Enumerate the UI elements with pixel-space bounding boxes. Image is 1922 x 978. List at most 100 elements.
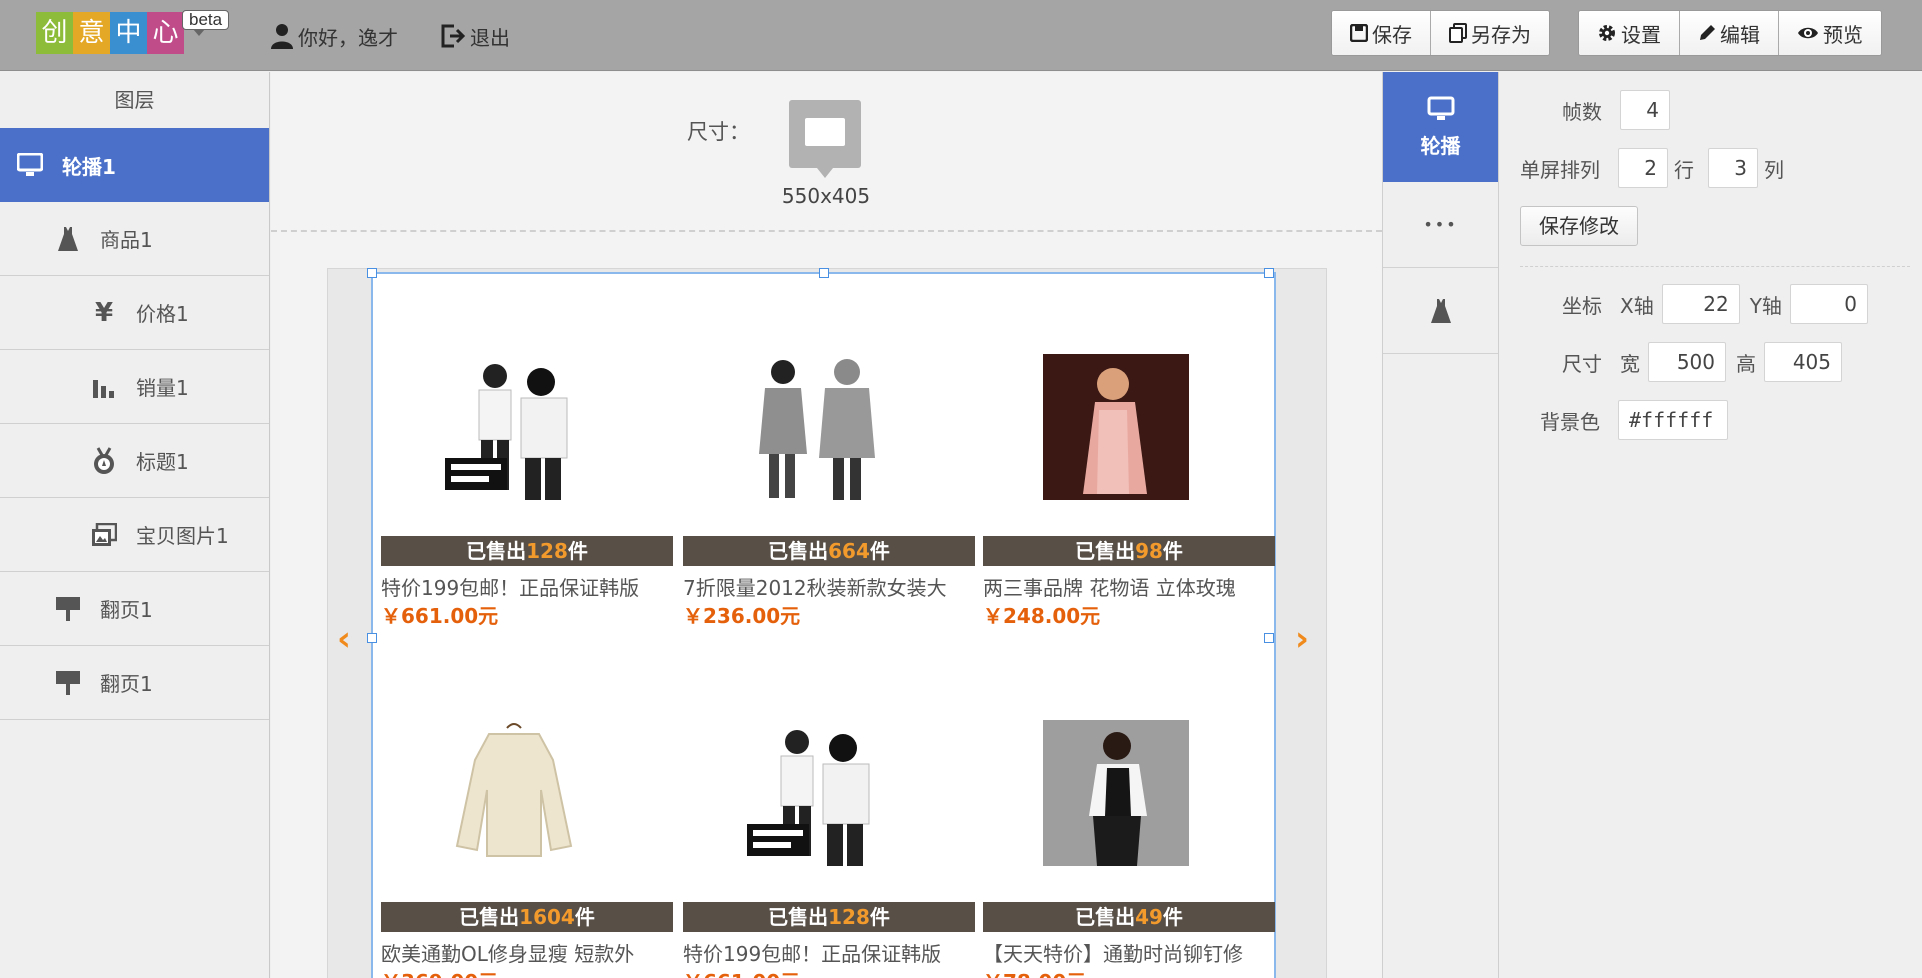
x-input[interactable]: 22 bbox=[1661, 284, 1740, 324]
product-price: ￥78.00元 bbox=[983, 966, 1086, 978]
layer-item-price[interactable]: ¥ 价格1 bbox=[0, 276, 269, 350]
save-as-button[interactable]: 另存为 bbox=[1431, 11, 1549, 55]
resize-handle[interactable] bbox=[1264, 268, 1274, 278]
logout-link[interactable]: 退出 bbox=[440, 20, 510, 52]
sold-suffix: 件 bbox=[869, 539, 890, 563]
tab-more[interactable]: ••• bbox=[1383, 182, 1498, 268]
coord-label: 坐标 bbox=[1562, 293, 1602, 318]
sold-bar: 已售出1604件 bbox=[381, 902, 673, 932]
medal-icon bbox=[90, 446, 118, 475]
product-image bbox=[441, 720, 587, 866]
logo-char-4: 心 bbox=[147, 12, 184, 54]
product-name: 欧美通勤OL修身显瘦 短款外 bbox=[381, 942, 635, 966]
bgcolor-row: 背景色 #ffffff bbox=[1540, 400, 1728, 440]
x-axis-label: X轴 bbox=[1620, 293, 1654, 318]
settings-button[interactable]: 设置 bbox=[1579, 11, 1680, 55]
layer-label: 价格1 bbox=[136, 302, 189, 326]
layer-item-title[interactable]: 标题1 bbox=[0, 424, 269, 498]
layer-item-pager-1[interactable]: 翻页1 bbox=[0, 572, 269, 646]
frames-input[interactable]: 4 bbox=[1620, 90, 1670, 130]
sold-bar: 已售出128件 bbox=[381, 536, 673, 566]
next-arrow[interactable]: › bbox=[1295, 622, 1309, 656]
width-input[interactable]: 500 bbox=[1648, 342, 1726, 382]
settings-label: 设置 bbox=[1621, 22, 1661, 47]
resize-handle[interactable] bbox=[367, 633, 377, 643]
eye-icon bbox=[1798, 27, 1818, 39]
carousel-frame[interactable]: 已售出128件 特价199包邮！正品保证韩版 ￥661.00元 已售出664件 … bbox=[367, 268, 1276, 978]
save-button[interactable]: 保存 bbox=[1332, 11, 1431, 55]
monitor-icon bbox=[1427, 96, 1454, 120]
logo-char-3: 中 bbox=[110, 12, 147, 54]
layer-label: 宝贝图片1 bbox=[136, 524, 229, 548]
layout-row: 单屏排列 2 行 3 列 bbox=[1520, 148, 1784, 188]
sold-prefix: 已售出 bbox=[768, 539, 829, 563]
sold-bar: 已售出664件 bbox=[683, 536, 975, 566]
user-greeting-text: 你好，逸才 bbox=[298, 25, 398, 50]
logo: 创 意 中 心 beta bbox=[36, 10, 230, 54]
gear-icon bbox=[1599, 25, 1615, 41]
layer-item-sales[interactable]: 销量1 bbox=[0, 350, 269, 424]
layer-item-pager-2[interactable]: 翻页1 bbox=[0, 646, 269, 720]
y-input[interactable]: 0 bbox=[1789, 284, 1868, 324]
sold-count: 49 bbox=[1135, 905, 1163, 929]
product-name: 特价199包邮！正品保证韩版 bbox=[381, 576, 640, 600]
product-name: 7折限量2012秋装新款女装大 bbox=[683, 576, 947, 600]
sold-bar: 已售出49件 bbox=[983, 902, 1275, 932]
product-image bbox=[743, 720, 889, 866]
edit-button[interactable]: 编辑 bbox=[1680, 11, 1779, 55]
tab-product[interactable] bbox=[1383, 268, 1498, 354]
layer-item-product[interactable]: 商品1 bbox=[0, 202, 269, 276]
cols-unit: 列 bbox=[1764, 157, 1784, 182]
resize-handle[interactable] bbox=[819, 268, 829, 278]
height-input[interactable]: 405 bbox=[1764, 342, 1842, 382]
rows-unit: 行 bbox=[1674, 157, 1694, 182]
save-changes-button[interactable]: 保存修改 bbox=[1520, 206, 1638, 246]
sold-count: 664 bbox=[828, 539, 870, 563]
tool-button-group: 设置 编辑 预览 bbox=[1578, 10, 1882, 56]
size-label: 尺寸： bbox=[687, 120, 750, 144]
sold-prefix: 已售出 bbox=[466, 539, 527, 563]
divider bbox=[1520, 266, 1910, 267]
bgcolor-label: 背景色 bbox=[1540, 409, 1600, 434]
layer-label: 翻页1 bbox=[100, 598, 153, 622]
user-icon bbox=[271, 24, 293, 49]
sold-bar: 已售出98件 bbox=[983, 536, 1275, 566]
prev-arrow[interactable]: ‹ bbox=[337, 622, 351, 656]
sold-suffix: 件 bbox=[1162, 905, 1183, 929]
layer-item-image[interactable]: 宝贝图片1 bbox=[0, 498, 269, 572]
logo-char-1: 创 bbox=[36, 12, 73, 54]
copy-icon bbox=[1449, 23, 1467, 43]
cols-input[interactable]: 3 bbox=[1708, 148, 1758, 188]
product-price: ￥236.00元 bbox=[683, 604, 801, 628]
monitor-icon bbox=[16, 151, 44, 179]
edit-label: 编辑 bbox=[1720, 22, 1760, 47]
tab-carousel-label: 轮播 bbox=[1420, 133, 1461, 158]
product-image bbox=[1043, 354, 1189, 500]
dress-icon bbox=[54, 225, 82, 253]
product-name: 【天天特价】通勤时尚铆钉修 bbox=[983, 942, 1243, 966]
product-price: ￥248.00元 bbox=[983, 604, 1101, 628]
size-value: 550x405 bbox=[781, 184, 871, 208]
layer-item-carousel[interactable]: 轮播1 bbox=[0, 128, 269, 202]
preview-label: 预览 bbox=[1823, 22, 1863, 47]
product-price: ￥661.00元 bbox=[381, 604, 499, 628]
resize-handle[interactable] bbox=[1264, 633, 1274, 643]
sold-suffix: 件 bbox=[1162, 539, 1183, 563]
bgcolor-input[interactable]: #ffffff bbox=[1618, 400, 1728, 440]
layers-title: 图层 bbox=[114, 88, 155, 112]
logo-char-2: 意 bbox=[73, 12, 110, 54]
size-picker-icon[interactable] bbox=[789, 100, 861, 178]
sold-count: 128 bbox=[526, 539, 568, 563]
save-as-label: 另存为 bbox=[1471, 22, 1531, 47]
layer-label: 轮播1 bbox=[62, 154, 116, 179]
sold-prefix: 已售出 bbox=[1075, 905, 1136, 929]
product-price: ￥661.00元 bbox=[683, 966, 800, 978]
tab-carousel[interactable]: 轮播 bbox=[1383, 72, 1498, 182]
rows-input[interactable]: 2 bbox=[1618, 148, 1668, 188]
product-price: ￥369.00元 bbox=[381, 966, 498, 978]
sold-suffix: 件 bbox=[869, 905, 890, 929]
save-label: 保存 bbox=[1372, 22, 1412, 47]
preview-button[interactable]: 预览 bbox=[1779, 11, 1881, 55]
resize-handle[interactable] bbox=[367, 268, 377, 278]
user-greeting: 你好，逸才 bbox=[270, 20, 398, 52]
